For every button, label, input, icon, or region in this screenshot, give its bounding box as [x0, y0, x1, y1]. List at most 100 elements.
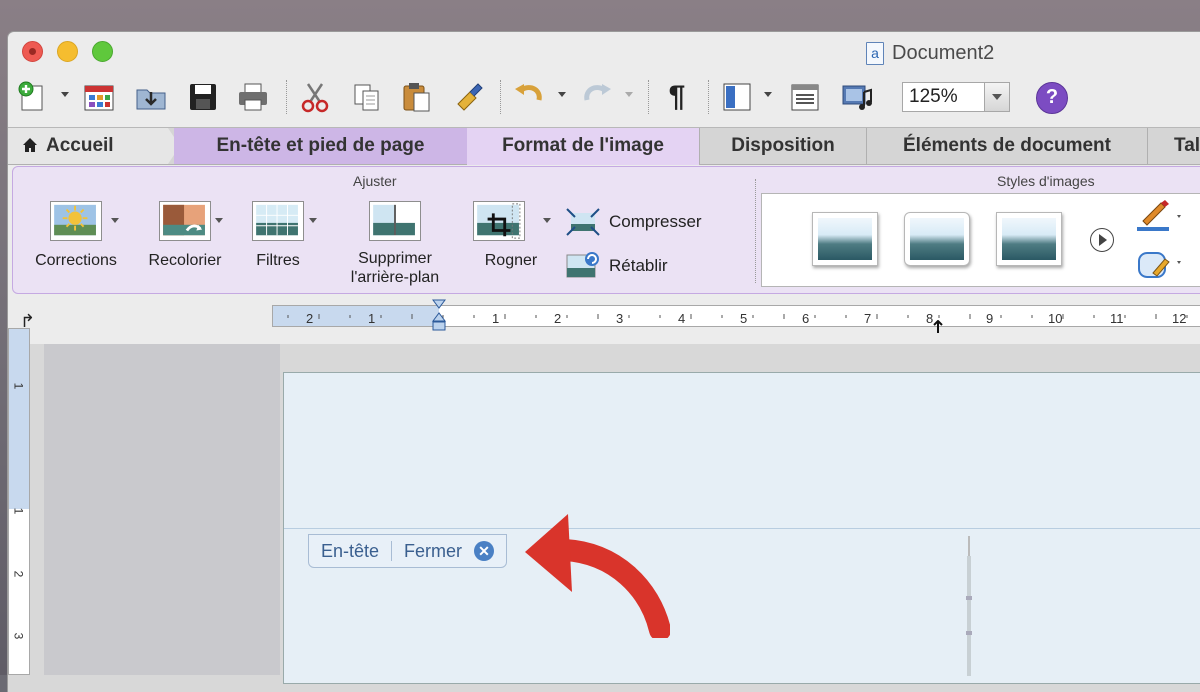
remove-background-label-line1: Supprimer	[358, 250, 432, 267]
crop-label: Rogner	[484, 252, 538, 269]
recolor-menu-caret[interactable]	[215, 218, 223, 223]
sidebar-icon[interactable]	[720, 80, 754, 114]
undo-icon[interactable]	[512, 80, 546, 114]
reset-picture-button[interactable]: Rétablir	[565, 251, 668, 281]
home-icon	[23, 138, 37, 152]
corrections-menu-caret[interactable]	[111, 218, 119, 223]
recolor-label: Recolorier	[148, 252, 222, 269]
reset-picture-label: Rétablir	[609, 256, 668, 275]
header-boundary-line	[284, 528, 1200, 529]
vertical-ruler-margin-shade	[9, 329, 29, 509]
picture-style-2[interactable]	[904, 212, 970, 266]
compress-button[interactable]: Compresser	[565, 207, 702, 237]
tab-layout[interactable]: Disposition	[699, 128, 866, 164]
title-bar: a Document2	[8, 32, 1200, 72]
ribbon-tabs: Accueil En-tête et pied de page Format d…	[8, 127, 1200, 165]
document-page[interactable]	[283, 372, 1200, 684]
close-header-label[interactable]: Fermer	[404, 541, 462, 562]
vertical-ruler-label: 2	[11, 570, 26, 578]
view-icon[interactable]	[788, 80, 822, 114]
tab-document-elements[interactable]: Éléments de document	[866, 128, 1147, 164]
compress-label: Compresser	[609, 212, 702, 231]
print-icon[interactable]	[236, 80, 270, 114]
tab-home[interactable]: Accueil	[8, 128, 168, 164]
vertical-ruler-label: 1	[11, 382, 26, 390]
crop-icon	[473, 201, 525, 241]
header-tag-separator	[391, 541, 393, 561]
window-title-text: Document2	[892, 42, 995, 64]
picture-effects-icon	[1138, 252, 1181, 278]
help-icon[interactable]: ?	[1036, 82, 1068, 114]
redo-menu-caret[interactable]	[625, 92, 633, 97]
annotation-arrow-icon	[525, 514, 670, 638]
picture-border-icon	[1137, 200, 1181, 231]
gallery-next-icon[interactable]	[1090, 228, 1114, 252]
toolbar-separator	[648, 80, 650, 114]
filters-menu-caret[interactable]	[309, 218, 317, 223]
corrections-icon	[50, 201, 102, 241]
horizontal-ruler[interactable]: 2 1 1 2 3 4 5 6 7 8 9 10 11 12	[272, 305, 1200, 327]
recolor-button[interactable]: Recolorier	[139, 201, 231, 270]
picture-effects-button[interactable]	[1135, 247, 1185, 286]
zoom-window-button[interactable]	[92, 41, 113, 62]
media-browser-icon[interactable]	[840, 80, 874, 114]
sidebar-menu-caret[interactable]	[764, 92, 772, 97]
ribbon-group-separator	[755, 179, 757, 283]
new-document-menu-caret[interactable]	[61, 92, 69, 97]
picture-style-3[interactable]	[996, 212, 1062, 266]
crop-button[interactable]: Rogner	[461, 201, 561, 270]
corrections-button[interactable]: Corrections	[27, 201, 125, 270]
tab-more[interactable]: Tal	[1147, 128, 1200, 164]
tab-home-label: Accueil	[46, 135, 114, 156]
undo-menu-caret[interactable]	[558, 92, 566, 97]
crop-menu-caret[interactable]	[543, 218, 551, 223]
save-icon[interactable]	[186, 80, 220, 114]
image-tower-element	[966, 536, 972, 676]
group-title-picture-styles: Styles d'images	[997, 173, 1095, 189]
compress-icon	[566, 208, 600, 236]
new-document-icon[interactable]	[16, 80, 50, 114]
pilcrow-icon[interactable]: ¶	[660, 80, 694, 114]
header-tag: En-tête Fermer ✕	[308, 534, 508, 568]
standard-toolbar: ¶ 125% ?	[8, 72, 1200, 122]
group-title-adjust: Ajuster	[353, 173, 397, 189]
recolor-icon	[159, 201, 211, 241]
filters-icon	[252, 201, 304, 241]
close-header-icon[interactable]: ✕	[474, 541, 495, 561]
gallery-icon[interactable]	[82, 80, 116, 114]
tab-header-footer[interactable]: En-tête et pied de page	[174, 128, 467, 164]
picture-border-button[interactable]	[1135, 199, 1185, 238]
document-icon: a	[866, 42, 884, 65]
window-title: a Document2	[866, 42, 994, 65]
format-painter-icon[interactable]	[452, 80, 486, 114]
chevron-down-icon[interactable]	[984, 83, 1009, 111]
toolbar-separator	[500, 80, 502, 114]
indent-marker-icon[interactable]	[432, 299, 446, 335]
open-icon[interactable]	[134, 80, 168, 114]
corrections-label: Corrections	[35, 252, 117, 269]
minimize-window-button[interactable]	[57, 41, 78, 62]
vertical-ruler[interactable]: 1 1 2 3	[8, 328, 30, 675]
picture-style-1[interactable]	[812, 212, 878, 266]
vertical-ruler-label: 3	[11, 632, 26, 640]
toolbar-separator	[708, 80, 710, 114]
cut-icon[interactable]	[298, 80, 332, 114]
remove-background-icon	[369, 201, 421, 241]
filters-button[interactable]: Filtres	[235, 201, 321, 270]
filters-label: Filtres	[256, 252, 300, 269]
page-shadow-area	[44, 344, 280, 675]
redo-icon[interactable]	[580, 80, 614, 114]
tab-picture-format[interactable]: Format de l'image	[467, 128, 699, 165]
zoom-value: 125%	[909, 86, 958, 107]
zoom-select[interactable]: 125%	[902, 82, 1010, 112]
ruler-ticks	[287, 314, 1188, 319]
ruler-row: ↱ 2 1 1 2 3 4 5 6 7 8 9 10 11 12	[8, 296, 1200, 344]
close-window-button[interactable]	[22, 41, 43, 62]
copy-icon[interactable]	[350, 80, 384, 114]
tab-stop-marker-icon[interactable]	[932, 320, 944, 334]
remove-background-button[interactable]: Supprimer l'arrière-plan	[335, 201, 455, 287]
ribbon-picture-format: Ajuster Styles d'images Corrections Reco…	[12, 166, 1200, 294]
header-tag-label: En-tête	[321, 540, 380, 561]
reset-picture-icon	[566, 252, 599, 278]
paste-icon[interactable]	[400, 80, 434, 114]
